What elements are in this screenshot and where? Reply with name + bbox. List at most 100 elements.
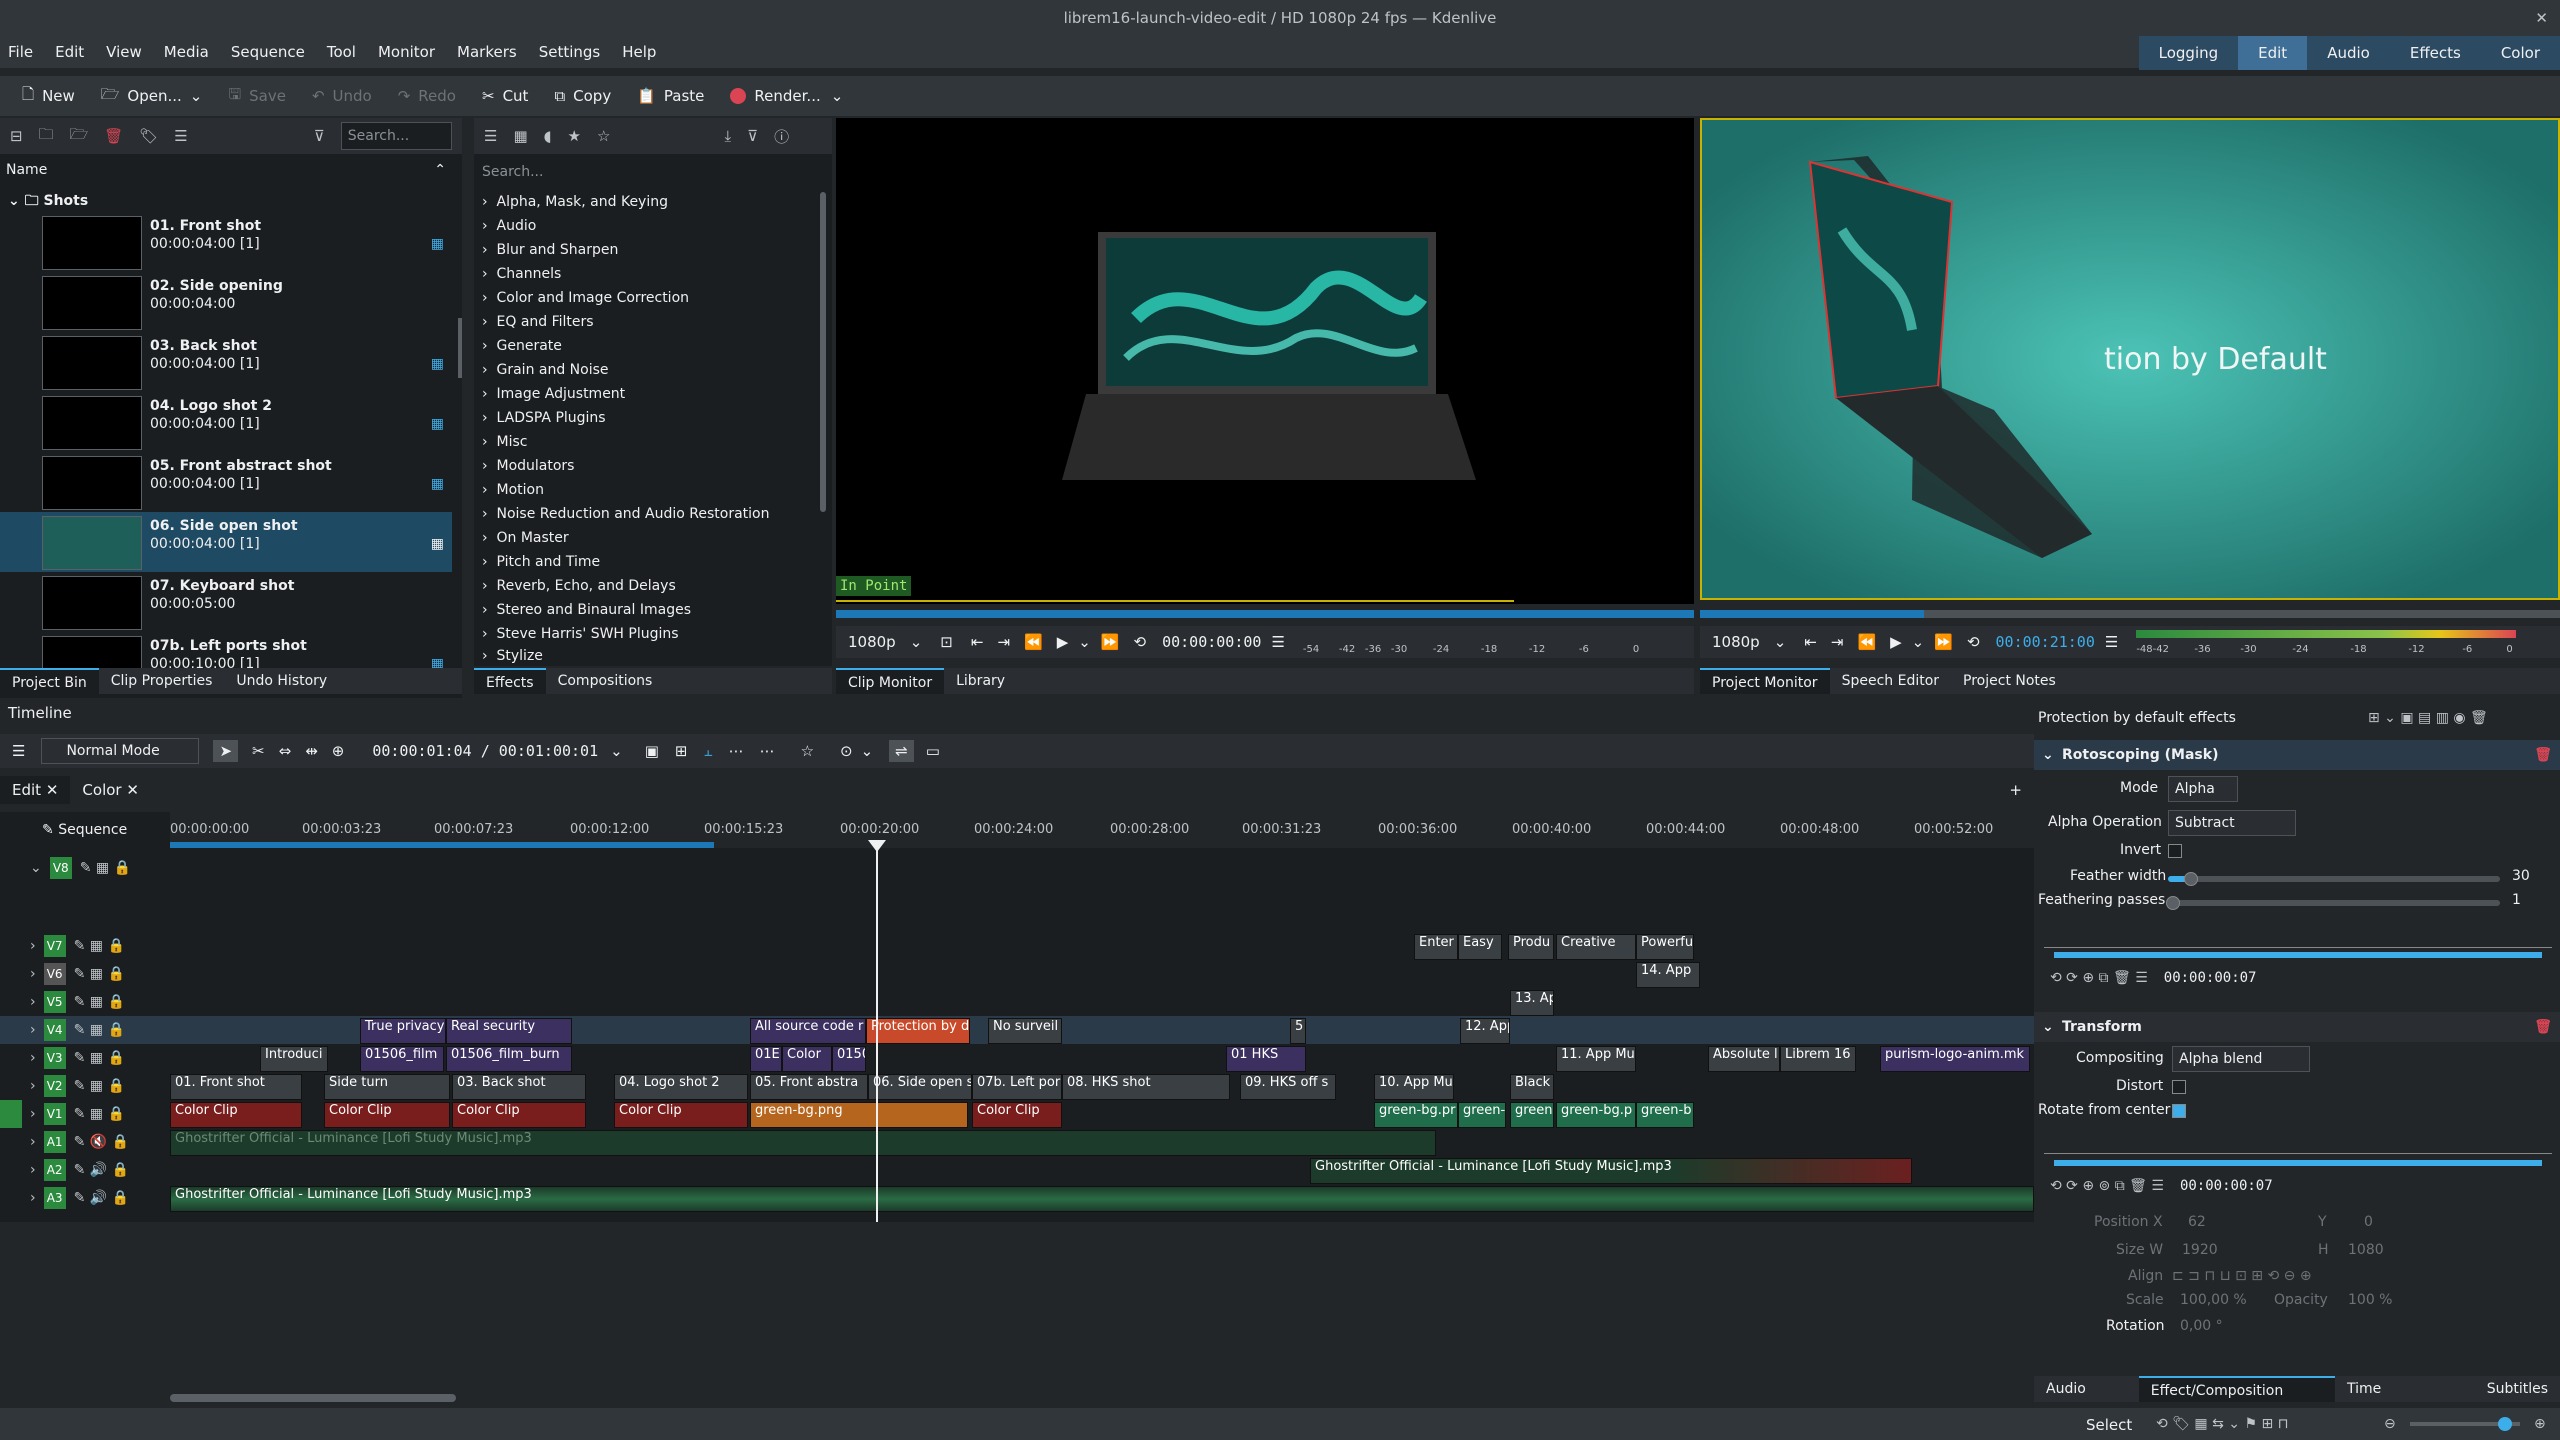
mute-icon[interactable]: ✎ 🔇 🔒 (74, 1134, 130, 1150)
timeline-horizontal-scrollbar[interactable] (170, 1394, 456, 1402)
bin-clip-selected[interactable]: 06. Side open shot 00:00:04:00 [1] ▦ (0, 512, 452, 572)
effect-category[interactable]: › Noise Reduction and Audio Restoration (482, 506, 769, 522)
tag-icon[interactable]: 🏷 (139, 127, 158, 145)
alpha-operation-select[interactable]: Subtract (2168, 810, 2296, 836)
favorite-icon[interactable]: ☆ (597, 127, 610, 145)
timeline-clip[interactable]: True privacy (360, 1018, 446, 1044)
tab-subtitles[interactable]: Subtitles (2475, 1376, 2560, 1402)
mode-select[interactable]: Alpha (2168, 776, 2238, 802)
edit-mode-select[interactable]: Normal Mode (41, 738, 200, 764)
video-icon[interactable]: ▦ (513, 127, 527, 145)
effect-category[interactable]: › Channels (482, 266, 561, 282)
timeline-clip[interactable]: 10. App Mus (1374, 1074, 1454, 1100)
tab-speech-editor[interactable]: Speech Editor (1830, 668, 1951, 694)
effect-category[interactable]: › Audio (482, 218, 536, 234)
tab-effects[interactable]: Effects (474, 668, 546, 694)
split-icon[interactable]: ⋯ (760, 742, 775, 760)
tab-time-remapping[interactable]: Time Remapping (2335, 1376, 2475, 1423)
effect-category[interactable]: › Color and Image Correction (482, 290, 689, 306)
effect-category[interactable]: › Grain and Noise (482, 362, 609, 378)
timeline-clip[interactable]: No surveil (988, 1018, 1062, 1044)
track-header-a2[interactable]: › A2 ✎ 🔊 🔒 (0, 1156, 170, 1184)
keyframe-ruler[interactable] (2044, 1130, 2552, 1154)
feathering-passes-slider[interactable] (2168, 900, 2500, 906)
close-icon[interactable]: ✕ (46, 781, 59, 799)
bin-clip[interactable]: 01. Front shot 00:00:04:00 [1] ▦ (0, 212, 452, 272)
timeline-clip[interactable]: Produ (1508, 934, 1554, 960)
effect-category[interactable]: › LADSPA Plugins (482, 410, 606, 426)
redo-button[interactable]: ↷ Redo (398, 87, 456, 105)
bin-folder-shots[interactable]: ⌄ 🗀 Shots (0, 190, 88, 214)
menu-icon[interactable]: ☰ (2105, 633, 2118, 651)
effect-category[interactable]: › Reverb, Echo, and Delays (482, 578, 676, 594)
status-icons[interactable]: ⟲ 🏷 ▦ ⇆ ⌄ ⚑ ⊞ ⊓ (2156, 1416, 2289, 1432)
effect-category[interactable]: › On Master (482, 530, 569, 546)
bin-clip[interactable]: 03. Back shot 00:00:04:00 [1] ▦ (0, 332, 452, 392)
layout-logging[interactable]: Logging (2138, 36, 2239, 70)
layout-effects[interactable]: Effects (2389, 36, 2481, 70)
feather-width-slider[interactable] (2168, 876, 2500, 882)
project-monitor-view[interactable]: tion by Default (1700, 118, 2560, 600)
timeline-clip[interactable]: Real security (446, 1018, 572, 1044)
set-out-icon[interactable]: ⇥ (997, 633, 1010, 651)
snap-icon[interactable]: ⊙ (840, 742, 853, 760)
audio-clip-muted[interactable]: Ghostrifter Official - Luminance [Lofi S… (170, 1130, 1436, 1156)
speaker-icon[interactable]: ✎ 🔊 🔒 (74, 1190, 130, 1206)
effect-category[interactable]: › Motion (482, 482, 544, 498)
lock-icon[interactable]: ✎ ▦ 🔒 (80, 860, 131, 876)
tab-project-bin[interactable]: Project Bin (0, 668, 99, 694)
info-icon[interactable]: ⓘ (774, 126, 789, 147)
effects-search-input[interactable]: Search... (482, 164, 543, 180)
favorite-icon[interactable]: ☆ (801, 742, 814, 760)
feather-width-value[interactable]: 30 (2512, 868, 2530, 884)
effect-category[interactable]: › Pitch and Time (482, 554, 600, 570)
effect-category[interactable]: › Misc (482, 434, 527, 450)
timeline-clip[interactable]: All source code r (750, 1018, 866, 1044)
menu-help[interactable]: Help (622, 43, 656, 61)
rotation-field[interactable]: 0,00 ° (2180, 1318, 2223, 1334)
tab-library[interactable]: Library (944, 668, 1017, 694)
bin-scrollbar[interactable] (458, 318, 462, 378)
bin-column-header[interactable]: Name ⌃ (0, 162, 452, 184)
effect-category[interactable]: › Alpha, Mask, and Keying (482, 194, 668, 210)
add-folder-icon[interactable]: 🗀 (39, 124, 54, 149)
position-x-field[interactable]: 62 (2188, 1214, 2206, 1230)
undo-button[interactable]: ↶ Undo (312, 87, 372, 105)
zoom-slider[interactable] (2410, 1417, 2520, 1431)
size-w-field[interactable]: 1920 (2182, 1242, 2218, 1258)
audio-thumbs-icon[interactable]: ⇌ (889, 740, 914, 762)
track-header-a3[interactable]: › A3 ✎ 🔊 🔒 (0, 1184, 170, 1212)
bin-search-input[interactable]: Search... (340, 122, 452, 150)
timeline-clip[interactable]: Introduci (260, 1046, 328, 1072)
play-icon[interactable]: ▶ (1890, 633, 1902, 651)
timeline-clip[interactable]: 05. Front abstra (750, 1074, 868, 1100)
menu-file[interactable]: File (8, 43, 33, 61)
save-button[interactable]: 🖫 Save (228, 84, 286, 109)
timeline-clip[interactable]: 5 (1290, 1018, 1306, 1044)
menu-sequence[interactable]: Sequence (231, 43, 305, 61)
zoom-out-icon[interactable]: ⊖ (2384, 1416, 2396, 1432)
timeline-clip[interactable]: Easy (1458, 934, 1502, 960)
layout-color[interactable]: Color (2480, 36, 2560, 70)
menu-media[interactable]: Media (164, 43, 209, 61)
layout-audio[interactable]: Audio (2307, 36, 2390, 70)
keyframe-ruler[interactable] (2044, 924, 2552, 948)
close-icon[interactable]: ✕ (2535, 0, 2548, 36)
bin-clip[interactable]: 02. Side opening 00:00:04:00 (0, 272, 452, 332)
copy-button[interactable]: ⧉ Copy (554, 87, 611, 105)
clip-timecode[interactable]: 00:00:00:00 (1162, 633, 1261, 651)
lock-icon[interactable]: ✎ ▦ 🔒 (74, 1050, 125, 1066)
keyframe-controls[interactable]: ⟲ ⟳ ⊕ ⊚ ⧉ 🗑 ☰ 00:00:00:07 (2050, 1178, 2273, 1194)
timeline-clip[interactable]: Color (782, 1046, 832, 1072)
rewind-icon[interactable]: ⏪ (1024, 633, 1043, 651)
effect-category[interactable]: › Steve Harris' SWH Plugins (482, 626, 679, 642)
menu-icon[interactable]: ☰ (174, 127, 187, 145)
menu-icon[interactable]: ☰ (1271, 633, 1284, 651)
timeline-clip[interactable]: 13. Ap (1510, 990, 1554, 1016)
timeline-clip[interactable]: Color Clip (614, 1102, 748, 1128)
timeline-position[interactable]: 00:00:01:04 / 00:01:00:01 (372, 742, 598, 760)
fullscreen-icon[interactable]: ⊡ (940, 633, 953, 651)
add-clip-icon[interactable]: 🗁 (70, 124, 89, 149)
add-tab-icon[interactable]: + (2009, 781, 2022, 799)
close-icon[interactable]: ✕ (126, 781, 139, 799)
